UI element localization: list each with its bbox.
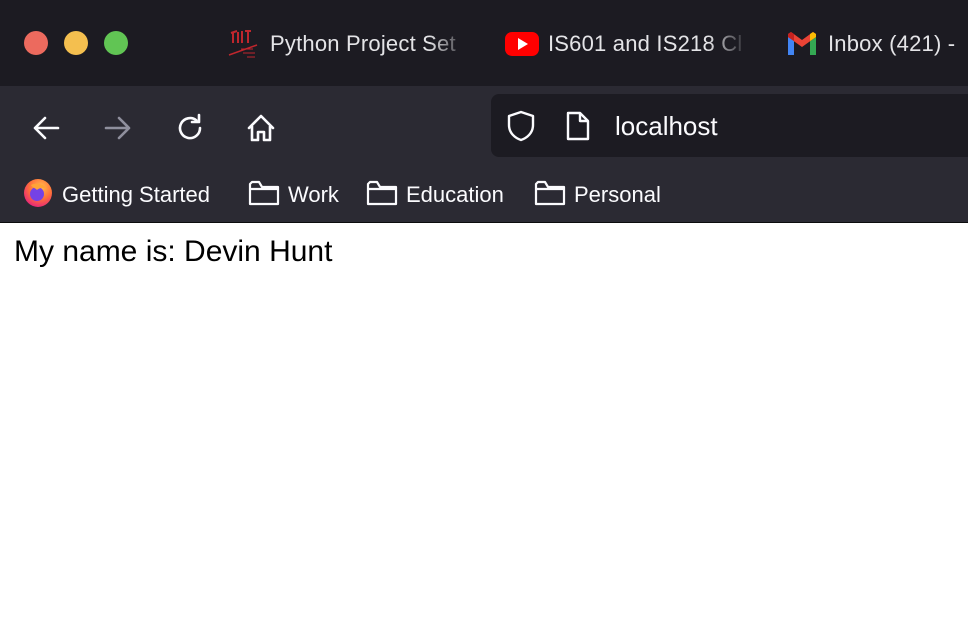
home-icon <box>247 114 275 142</box>
reload-button[interactable] <box>168 106 212 150</box>
arrow-left-icon <box>33 116 60 140</box>
bookmark-label: Personal <box>574 182 661 207</box>
bookmark-folder-personal[interactable]: Personal <box>534 180 661 210</box>
folder-icon <box>366 179 398 212</box>
tab-title: Inbox (421) - <box>828 31 956 56</box>
window-close-button[interactable] <box>24 31 48 55</box>
folder-icon <box>534 179 566 212</box>
bookmark-getting-started[interactable]: Getting Started <box>22 178 210 210</box>
reload-icon <box>178 113 202 140</box>
tab-python-project[interactable]: Python Project Set <box>227 22 469 66</box>
bookmark-folder-education[interactable]: Education <box>366 180 504 210</box>
window-minimize-button[interactable] <box>64 31 88 55</box>
firefox-icon <box>22 177 54 214</box>
shield-icon[interactable] <box>505 109 537 148</box>
back-button[interactable] <box>24 106 68 150</box>
gmail-icon <box>785 27 819 61</box>
bookmark-label: Education <box>406 182 504 207</box>
url-bar[interactable]: localhost <box>491 94 968 157</box>
tab-is601[interactable]: IS601 and IS218 Cl <box>505 22 748 66</box>
arrow-right-icon <box>104 116 131 140</box>
site-logo-icon <box>227 27 261 61</box>
navigation-toolbar: localhost <box>0 86 968 170</box>
tab-strip: Python Project Set IS601 and IS218 Cl In… <box>0 0 968 86</box>
page-content: My name is: Devin Hunt <box>0 223 968 620</box>
page-icon[interactable] <box>564 110 592 147</box>
bookmark-folder-work[interactable]: Work <box>248 180 339 210</box>
tab-gmail-inbox[interactable]: Inbox (421) - <box>785 22 968 66</box>
forward-button[interactable] <box>96 106 140 150</box>
bookmark-label: Work <box>288 182 339 207</box>
bookmark-label: Getting Started <box>62 182 210 207</box>
page-text: My name is: Devin Hunt <box>14 235 333 268</box>
url-text[interactable]: localhost <box>615 111 718 142</box>
youtube-icon <box>505 27 539 61</box>
home-button[interactable] <box>239 106 283 150</box>
tab-title: Python Project Set <box>270 31 456 56</box>
window-maximize-button[interactable] <box>104 31 128 55</box>
folder-icon <box>248 179 280 212</box>
bookmarks-toolbar: Getting Started Work Education Personal <box>0 170 968 223</box>
